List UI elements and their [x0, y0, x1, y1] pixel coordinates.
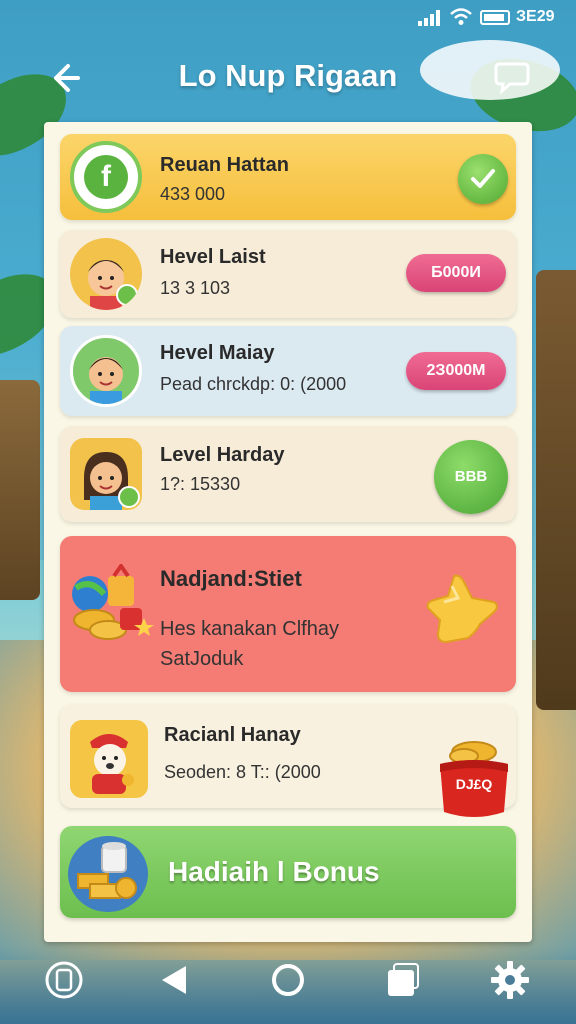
gold-star-icon[interactable] — [424, 572, 500, 648]
gift-coins-icon — [72, 564, 154, 640]
card-subtitle-line-2: SatJoduk — [160, 648, 244, 670]
coin-bag-button[interactable]: DJ£Q — [432, 736, 516, 820]
status-time: ЗЕ29 — [516, 8, 555, 25]
card-subtitle: Pead chrckdp: 0: (2000 — [160, 374, 347, 394]
card-title: Hevel Laist — [160, 246, 266, 268]
card-title: Level Harday — [160, 444, 285, 466]
chat-bubble-icon — [494, 62, 530, 95]
battery-icon — [480, 10, 510, 25]
nav-back-button[interactable] — [152, 958, 196, 1002]
reward-card-3[interactable]: Hevel Maiay Pead chrckdp: 0: (2000 2З000… — [60, 326, 516, 416]
wifi-icon — [450, 8, 472, 25]
card-title: Reuan Hattan — [160, 154, 289, 176]
card-subtitle: 433 000 — [160, 184, 226, 204]
reward-badge[interactable]: ВВВ — [434, 440, 508, 514]
reward-card-2[interactable]: Hevel Laist 13 3 103 Б000И — [60, 230, 516, 318]
recent-square-icon — [388, 963, 419, 996]
verified-check-icon — [116, 284, 138, 306]
reward-card-1[interactable]: f Reuan Hattan 433 000 — [60, 134, 516, 220]
avatar — [70, 720, 148, 798]
avatar: f — [70, 141, 142, 213]
bonus-button[interactable]: Hadiaih l Bonus — [60, 826, 516, 918]
background-hut-left — [0, 380, 40, 600]
card-subtitle: Seoden: 8 T:: (2000 — [164, 762, 321, 782]
reward-card-6[interactable]: Racianl Hanay Seoden: 8 T:: (2000 DJ£Q — [60, 704, 516, 817]
bonus-treasure-icon — [68, 836, 148, 912]
back-triangle-icon — [162, 966, 186, 994]
profile-icon — [45, 961, 83, 999]
bottom-navigation-bar — [0, 946, 576, 1024]
reward-card-5[interactable]: Nadjand:Stiet Hes kanakan Clfhay SatJodu… — [60, 536, 516, 692]
background-hut-right — [536, 270, 576, 710]
nav-settings-button[interactable] — [488, 958, 532, 1002]
bonus-label: Hadiaih l Bonus — [168, 856, 380, 887]
card-subtitle: Hes kanakan Clfhay SatJoduk — [160, 614, 390, 674]
card-subtitle-line-1: Hes kanakan Clfhay — [160, 618, 339, 640]
card-title: Nadjand:Stiet — [160, 566, 302, 591]
avatar — [70, 438, 142, 510]
nav-recent-button[interactable] — [380, 958, 424, 1002]
arrow-left-icon — [54, 64, 80, 92]
coin-bag-label: DJ£Q — [455, 776, 493, 792]
home-circle-icon — [272, 964, 304, 996]
status-bar: ЗЕ29 — [0, 0, 576, 36]
back-button[interactable] — [42, 56, 86, 100]
reward-list-panel: f Reuan Hattan 433 000 Hevel Laist 13 3 … — [44, 122, 532, 942]
card-subtitle: 1?: 15330 — [160, 474, 241, 494]
reward-badge[interactable]: 2З000М — [406, 352, 506, 390]
signal-icon — [418, 10, 440, 26]
reward-badge[interactable]: Б000И — [406, 254, 506, 292]
page-title: Lo Nup Rigaan — [178, 58, 398, 93]
nav-profile-button[interactable] — [42, 958, 86, 1002]
card-title: Racianl Hanay — [164, 724, 301, 746]
claim-check-button[interactable] — [458, 154, 508, 204]
dog-mascot-icon — [90, 734, 134, 794]
avatar-letter: f — [84, 155, 128, 199]
gold-bars-icon — [77, 842, 137, 899]
card-title: Hevel Maiay — [160, 342, 275, 364]
app-header: Lo Nup Rigaan — [0, 48, 576, 104]
chat-button[interactable] — [492, 56, 532, 96]
gear-icon — [491, 961, 529, 999]
card-subtitle: 13 3 103 — [160, 278, 231, 298]
reward-card-4[interactable]: Level Harday 1?: 15330 ВВВ — [60, 426, 516, 522]
man-avatar-icon — [89, 357, 123, 404]
verified-check-icon — [118, 486, 140, 508]
nav-home-button[interactable] — [266, 958, 310, 1002]
check-icon — [471, 169, 495, 188]
avatar — [70, 238, 142, 310]
avatar — [70, 335, 142, 407]
